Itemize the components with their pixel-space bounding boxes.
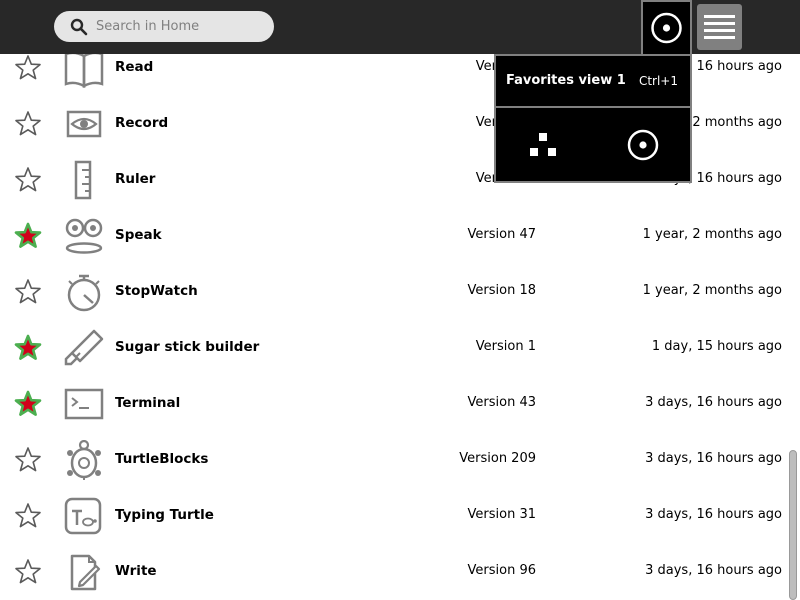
activity-version: Version 43 — [467, 395, 536, 410]
write-icon[interactable] — [62, 552, 106, 592]
stopwatch-icon[interactable] — [62, 272, 106, 312]
activity-title[interactable]: Terminal — [115, 395, 180, 411]
activity-row-sugar-stick-builder[interactable]: Sugar stick builder Version 1 1 day, 15 ho… — [0, 320, 786, 376]
favorite-star-icon[interactable] — [14, 110, 42, 138]
toolbar — [0, 0, 800, 54]
activity-version: Version 18 — [467, 283, 536, 298]
activity-title[interactable]: Ruler — [115, 171, 155, 187]
search-icon — [70, 18, 88, 36]
activity-version: Version 1 — [475, 339, 536, 354]
activity-date: 3 days, 16 hours ago — [645, 507, 782, 522]
activity-title[interactable]: Write — [115, 563, 157, 579]
eye-icon[interactable] — [62, 104, 106, 144]
activity-title[interactable]: Speak — [115, 227, 162, 243]
activity-version: Version 96 — [467, 563, 536, 578]
activity-title[interactable]: Typing Turtle — [115, 507, 214, 523]
activity-title[interactable]: Read — [115, 59, 153, 75]
favorite-star-icon[interactable] — [14, 558, 42, 586]
activity-date: 3 days, 16 hours ago — [645, 395, 782, 410]
speak-face-icon[interactable] — [62, 216, 106, 256]
activity-date: 1 day, 15 hours ago — [651, 339, 782, 354]
search-input[interactable] — [96, 11, 266, 42]
activity-title[interactable]: Sugar stick builder — [115, 339, 259, 355]
activity-title[interactable]: Record — [115, 115, 168, 131]
activity-row-stopwatch[interactable]: StopWatch Version 18 1 year, 2 months ago — [0, 264, 786, 320]
favorite-star-icon[interactable] — [14, 54, 42, 82]
favorite-star-filled-icon[interactable] — [14, 390, 42, 418]
menu-button[interactable] — [697, 4, 742, 50]
terminal-icon[interactable] — [62, 384, 106, 424]
activity-title[interactable]: StopWatch — [115, 283, 198, 299]
book-icon[interactable] — [62, 54, 106, 88]
palette-item-favorites-view[interactable]: Favorites view 1 Ctrl+1 — [496, 56, 690, 108]
favorite-star-icon[interactable] — [14, 278, 42, 306]
view-palette: Favorites view 1 Ctrl+1 — [494, 54, 692, 183]
activity-date: 3 days, 16 hours ago — [645, 451, 782, 466]
favorite-star-icon[interactable] — [14, 446, 42, 474]
activity-row-typing-turtle[interactable]: Typing Turtle Version 31 3 days, 16 hours … — [0, 488, 786, 544]
activity-date: 3 days, 16 hours ago — [645, 563, 782, 578]
activity-row-speak[interactable]: Speak Version 47 1 year, 2 months ago — [0, 208, 786, 264]
tree-view-icon[interactable] — [526, 129, 560, 163]
search-box[interactable] — [54, 11, 274, 42]
scrollbar[interactable] — [786, 54, 800, 600]
palette-item-label: Favorites view 1 — [506, 73, 626, 88]
activity-title[interactable]: TurtleBlocks — [115, 451, 208, 467]
activity-row-turtleblocks[interactable]: TurtleBlocks Version 209 3 days, 16 hours … — [0, 432, 786, 488]
favorites-view-icon[interactable] — [626, 128, 660, 162]
activity-date: 1 year, 2 months ago — [642, 227, 782, 242]
palette-item-accelerator: Ctrl+1 — [638, 74, 678, 88]
typing-turtle-icon[interactable] — [62, 496, 106, 536]
favorite-star-icon[interactable] — [14, 166, 42, 194]
activity-row-terminal[interactable]: Terminal Version 43 3 days, 16 hours ago — [0, 376, 786, 432]
activity-date: 1 year, 2 months ago — [642, 283, 782, 298]
activity-row-write[interactable]: Write Version 96 3 days, 16 hours ago — [0, 544, 786, 600]
favorite-star-icon[interactable] — [14, 502, 42, 530]
activity-version: Version 47 — [467, 227, 536, 242]
favorites-view-icon — [651, 12, 682, 44]
scrollbar-thumb[interactable] — [789, 450, 797, 600]
activity-version: Version 31 — [467, 507, 536, 522]
favorites-view-button[interactable] — [641, 0, 692, 54]
turtle-icon[interactable] — [62, 440, 106, 480]
usb-stick-icon[interactable] — [62, 328, 106, 368]
favorite-star-filled-icon[interactable] — [14, 334, 42, 362]
activity-version: Version 209 — [459, 451, 536, 466]
ruler-icon[interactable] — [62, 160, 106, 200]
favorite-star-filled-icon[interactable] — [14, 222, 42, 250]
hamburger-menu-icon — [704, 15, 735, 39]
